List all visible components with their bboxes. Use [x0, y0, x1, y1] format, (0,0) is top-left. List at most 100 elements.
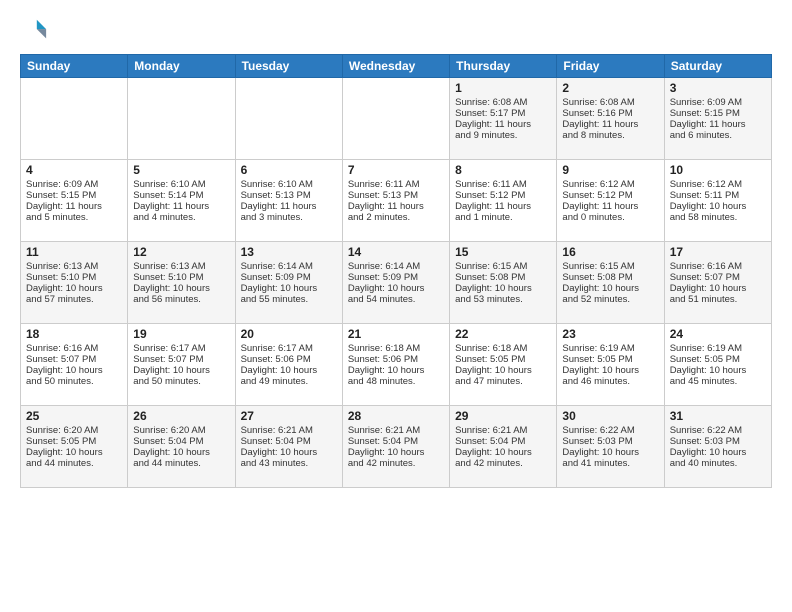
day-number: 29 — [455, 409, 551, 423]
day-number: 18 — [26, 327, 122, 341]
day-info: and 54 minutes. — [348, 294, 444, 305]
day-info: Sunset: 5:07 PM — [670, 272, 766, 283]
day-info: and 0 minutes. — [562, 212, 658, 223]
day-info: Daylight: 11 hours — [455, 119, 551, 130]
calendar-cell: 24Sunrise: 6:19 AMSunset: 5:05 PMDayligh… — [664, 324, 771, 406]
day-info: and 42 minutes. — [348, 458, 444, 469]
calendar-cell — [128, 78, 235, 160]
day-number: 5 — [133, 163, 229, 177]
calendar-cell: 23Sunrise: 6:19 AMSunset: 5:05 PMDayligh… — [557, 324, 664, 406]
day-info: and 50 minutes. — [26, 376, 122, 387]
calendar-cell: 9Sunrise: 6:12 AMSunset: 5:12 PMDaylight… — [557, 160, 664, 242]
day-info: Sunset: 5:03 PM — [562, 436, 658, 447]
calendar-cell: 21Sunrise: 6:18 AMSunset: 5:06 PMDayligh… — [342, 324, 449, 406]
day-info: and 58 minutes. — [670, 212, 766, 223]
day-info: Sunrise: 6:18 AM — [348, 343, 444, 354]
day-info: Sunset: 5:05 PM — [562, 354, 658, 365]
day-info: Sunrise: 6:21 AM — [348, 425, 444, 436]
day-info: and 9 minutes. — [455, 130, 551, 141]
day-info: Sunrise: 6:14 AM — [241, 261, 337, 272]
calendar-cell: 27Sunrise: 6:21 AMSunset: 5:04 PMDayligh… — [235, 406, 342, 488]
day-info: and 50 minutes. — [133, 376, 229, 387]
day-info: Sunrise: 6:11 AM — [348, 179, 444, 190]
day-info: Sunrise: 6:21 AM — [241, 425, 337, 436]
day-info: Daylight: 11 hours — [26, 201, 122, 212]
day-info: Daylight: 10 hours — [562, 283, 658, 294]
day-info: Sunset: 5:13 PM — [348, 190, 444, 201]
day-info: Sunset: 5:07 PM — [26, 354, 122, 365]
calendar-cell: 22Sunrise: 6:18 AMSunset: 5:05 PMDayligh… — [450, 324, 557, 406]
day-info: and 41 minutes. — [562, 458, 658, 469]
calendar-cell: 2Sunrise: 6:08 AMSunset: 5:16 PMDaylight… — [557, 78, 664, 160]
day-number: 20 — [241, 327, 337, 341]
day-info: Sunset: 5:14 PM — [133, 190, 229, 201]
day-info: Sunset: 5:10 PM — [133, 272, 229, 283]
calendar-cell: 13Sunrise: 6:14 AMSunset: 5:09 PMDayligh… — [235, 242, 342, 324]
day-info: Daylight: 10 hours — [670, 283, 766, 294]
calendar-cell: 28Sunrise: 6:21 AMSunset: 5:04 PMDayligh… — [342, 406, 449, 488]
day-info: Daylight: 10 hours — [26, 365, 122, 376]
day-number: 21 — [348, 327, 444, 341]
calendar-cell: 4Sunrise: 6:09 AMSunset: 5:15 PMDaylight… — [21, 160, 128, 242]
day-number: 24 — [670, 327, 766, 341]
day-info: and 4 minutes. — [133, 212, 229, 223]
calendar-cell: 3Sunrise: 6:09 AMSunset: 5:15 PMDaylight… — [664, 78, 771, 160]
day-info: Sunset: 5:10 PM — [26, 272, 122, 283]
header — [20, 16, 772, 44]
calendar-table: SundayMondayTuesdayWednesdayThursdayFrid… — [20, 54, 772, 488]
calendar-cell: 25Sunrise: 6:20 AMSunset: 5:05 PMDayligh… — [21, 406, 128, 488]
day-info: Daylight: 10 hours — [348, 365, 444, 376]
day-number: 6 — [241, 163, 337, 177]
calendar-cell — [342, 78, 449, 160]
day-info: and 8 minutes. — [562, 130, 658, 141]
calendar-cell: 14Sunrise: 6:14 AMSunset: 5:09 PMDayligh… — [342, 242, 449, 324]
day-number: 22 — [455, 327, 551, 341]
day-number: 27 — [241, 409, 337, 423]
day-info: Daylight: 10 hours — [26, 447, 122, 458]
day-info: Sunrise: 6:08 AM — [455, 97, 551, 108]
day-info: Sunrise: 6:10 AM — [133, 179, 229, 190]
day-info: and 44 minutes. — [26, 458, 122, 469]
day-info: Daylight: 10 hours — [670, 447, 766, 458]
day-info: and 5 minutes. — [26, 212, 122, 223]
day-number: 10 — [670, 163, 766, 177]
day-info: Daylight: 10 hours — [26, 283, 122, 294]
day-info: Sunrise: 6:11 AM — [455, 179, 551, 190]
day-info: Daylight: 10 hours — [348, 447, 444, 458]
day-info: Sunrise: 6:16 AM — [26, 343, 122, 354]
day-info: and 40 minutes. — [670, 458, 766, 469]
day-number: 12 — [133, 245, 229, 259]
day-number: 25 — [26, 409, 122, 423]
day-info: Daylight: 11 hours — [562, 119, 658, 130]
day-info: Daylight: 10 hours — [348, 283, 444, 294]
day-info: Sunset: 5:04 PM — [455, 436, 551, 447]
day-info: Sunset: 5:11 PM — [670, 190, 766, 201]
day-info: Sunrise: 6:09 AM — [670, 97, 766, 108]
day-info: Sunset: 5:04 PM — [133, 436, 229, 447]
day-number: 14 — [348, 245, 444, 259]
day-info: Sunrise: 6:12 AM — [670, 179, 766, 190]
weekday-header-thursday: Thursday — [450, 55, 557, 78]
day-info: Sunset: 5:07 PM — [133, 354, 229, 365]
day-info: and 51 minutes. — [670, 294, 766, 305]
day-info: Daylight: 10 hours — [133, 283, 229, 294]
day-info: and 53 minutes. — [455, 294, 551, 305]
calendar-cell: 29Sunrise: 6:21 AMSunset: 5:04 PMDayligh… — [450, 406, 557, 488]
day-number: 19 — [133, 327, 229, 341]
calendar-cell: 26Sunrise: 6:20 AMSunset: 5:04 PMDayligh… — [128, 406, 235, 488]
day-info: Daylight: 10 hours — [241, 365, 337, 376]
day-info: Sunrise: 6:13 AM — [26, 261, 122, 272]
day-info: and 56 minutes. — [133, 294, 229, 305]
day-number: 4 — [26, 163, 122, 177]
day-info: Sunrise: 6:10 AM — [241, 179, 337, 190]
day-number: 26 — [133, 409, 229, 423]
calendar-cell: 16Sunrise: 6:15 AMSunset: 5:08 PMDayligh… — [557, 242, 664, 324]
calendar-cell: 12Sunrise: 6:13 AMSunset: 5:10 PMDayligh… — [128, 242, 235, 324]
day-info: and 44 minutes. — [133, 458, 229, 469]
day-number: 2 — [562, 81, 658, 95]
day-info: Sunrise: 6:12 AM — [562, 179, 658, 190]
day-number: 16 — [562, 245, 658, 259]
day-info: Sunrise: 6:22 AM — [562, 425, 658, 436]
calendar-cell: 20Sunrise: 6:17 AMSunset: 5:06 PMDayligh… — [235, 324, 342, 406]
day-number: 13 — [241, 245, 337, 259]
